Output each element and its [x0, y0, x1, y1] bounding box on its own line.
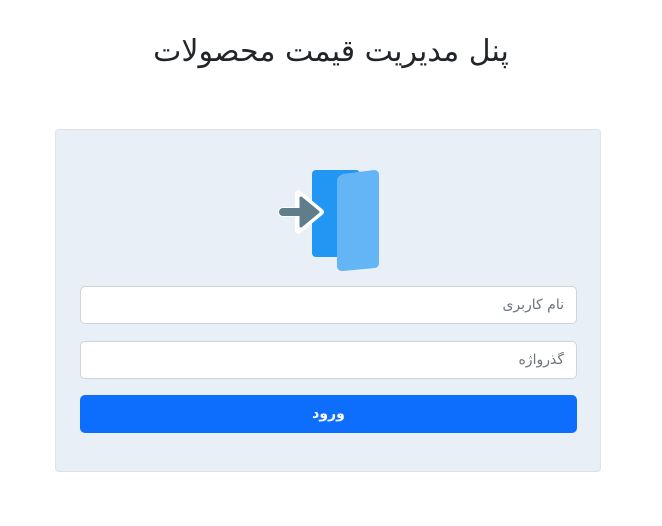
login-button[interactable]: ورود — [80, 395, 577, 433]
login-door-icon — [278, 170, 379, 271]
password-input[interactable] — [80, 341, 577, 379]
login-card: ورود — [55, 129, 601, 472]
username-input[interactable] — [80, 286, 577, 324]
login-page: پنل مدیریت قیمت محصولات ورود — [0, 0, 662, 526]
page-title: پنل مدیریت قیمت محصولات — [153, 34, 509, 69]
